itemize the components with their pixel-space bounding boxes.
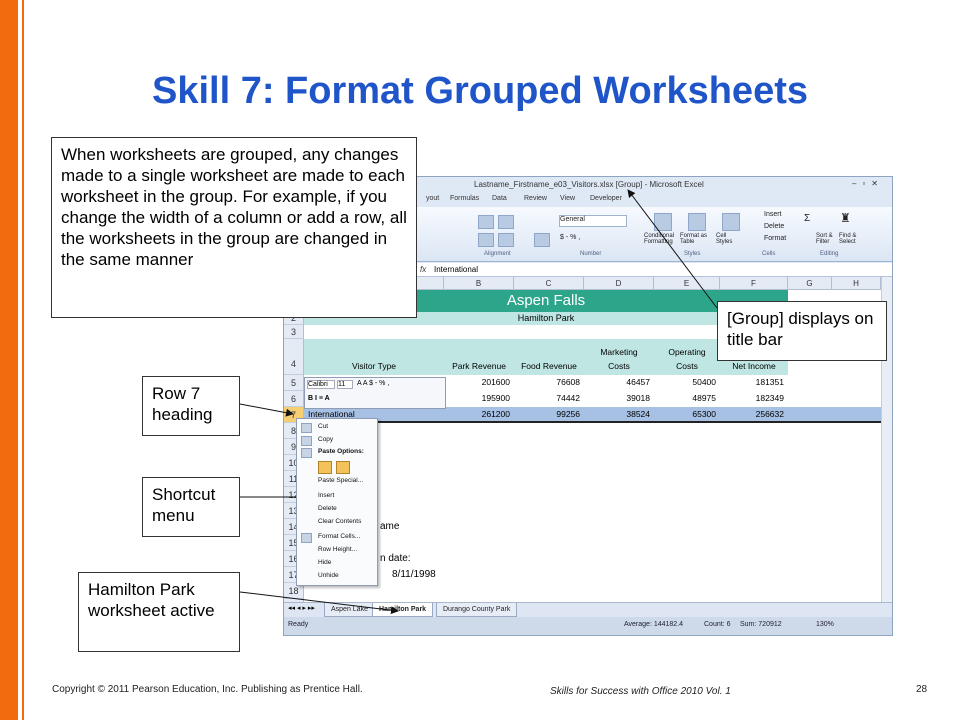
arrow-to-title-bar <box>627 189 718 309</box>
arrow-to-row-7 <box>239 403 294 417</box>
callout-arrows <box>239 189 718 615</box>
arrow-to-sheet-tab <box>239 591 399 615</box>
